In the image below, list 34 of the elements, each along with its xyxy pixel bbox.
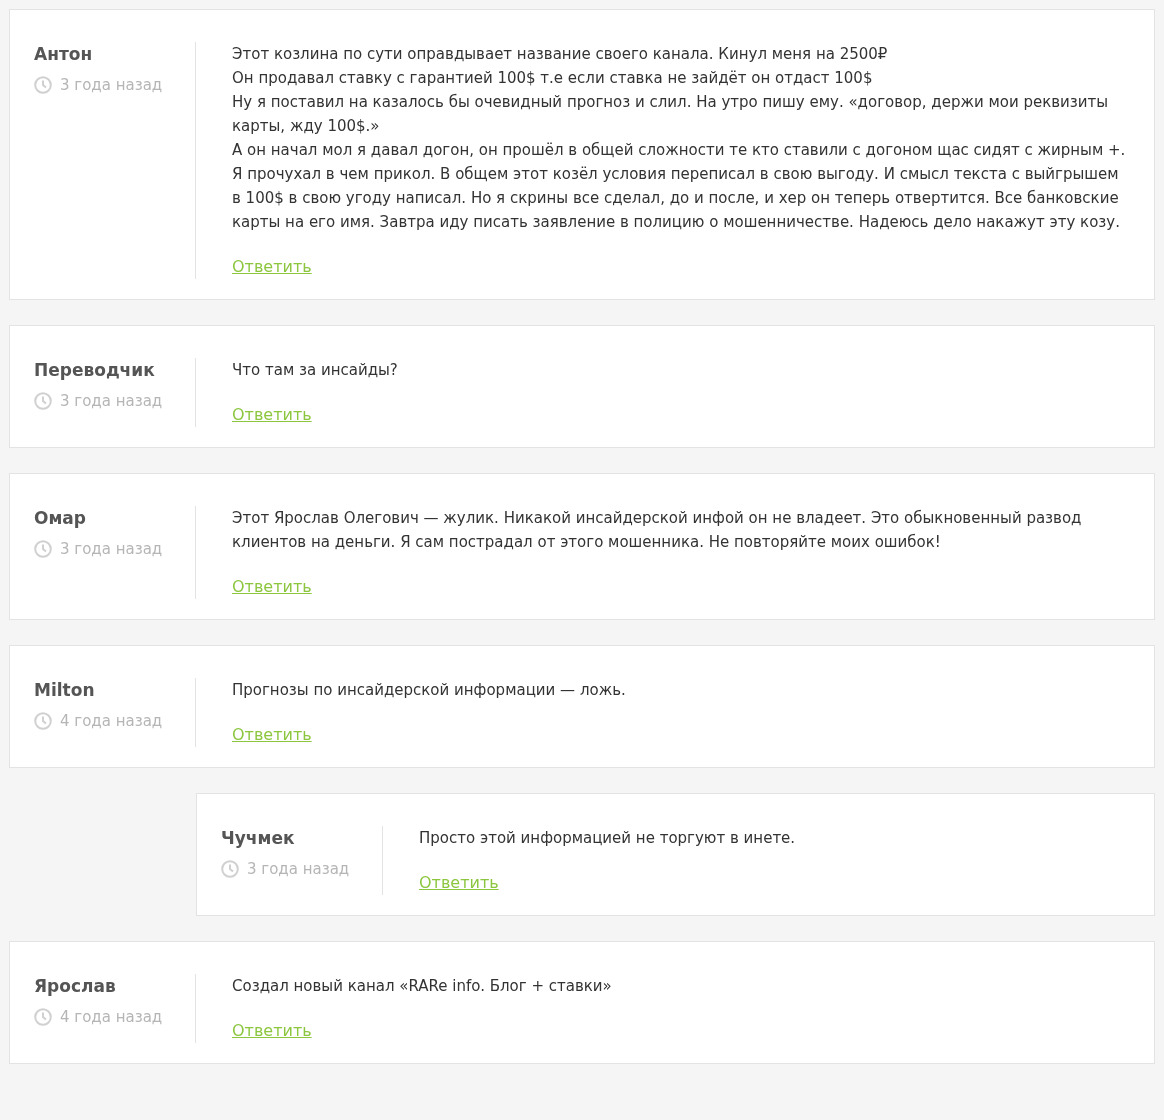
comment-text: Этот козлина по сути оправдывает название своего канала. Кинул меня на 2500₽	[232, 44, 889, 65]
clock-icon	[34, 392, 52, 410]
comment-text: Он продавал ставку с гарантией 100$ т.е если ставка не зайдёт он отдаст 100$	[232, 68, 874, 89]
comment-time: 3 года назад	[60, 392, 163, 410]
comment-text: Прогнозы по инсайдерской информации — ложь.	[232, 680, 627, 701]
comment-time: 4 года назад	[60, 1008, 163, 1026]
author-name: Переводчик	[34, 360, 155, 380]
comment-time: 4 года назад	[60, 712, 163, 730]
clock-icon	[34, 540, 52, 558]
comment-text: Я прочухал в чем прикол. В общем этот козёл условия переписал в свою выгоду. И смысл текста с выйгрышем в 100$ в свою угоду написал. Но я скрины все сделал, до и после, и хер он теперь отвертится. Все банковские карты на его имя. Завтра иду писать заявление в полицию о мошенничестве. Надеюсь дело накажут эту козу.	[232, 164, 1121, 233]
comment-text: Создал новый канал «RARe info. Блог + ставки»	[232, 976, 613, 997]
author-name: Чучмек	[221, 828, 295, 848]
reply-link[interactable]: Ответить	[232, 575, 312, 599]
author-name: Milton	[34, 680, 95, 700]
clock-icon	[34, 712, 52, 730]
comment-text: Ну я поставил на казалось бы очевидный прогноз и слил. На утро пишу ему. «договор, держи мои реквизиты карты, жду 100$.»	[232, 92, 1110, 137]
comment-text: А он начал мол я давал догон, он прошёл в общей сложности те кто ставили с догоном щас сидят с жирным +.	[232, 140, 1127, 161]
reply-link[interactable]: Ответить	[232, 1019, 312, 1043]
author-name: Антон	[34, 44, 93, 64]
clock-icon	[34, 1008, 52, 1026]
comment-time: 3 года назад	[60, 76, 163, 94]
author-name: Омар	[34, 508, 86, 528]
comment-text: Этот Ярослав Олегович — жулик. Никакой инсайдерской инфой он не владеет. Это обыкновенный развод клиентов на деньги. Я сам пострадал от этого мошенника. Не повторяйте моих ошибок!	[232, 508, 1083, 553]
clock-icon	[34, 76, 52, 94]
comment-time: 3 года назад	[60, 540, 163, 558]
reply-link[interactable]: Ответить	[232, 723, 312, 747]
comment-text: Что там за инсайды?	[232, 360, 399, 381]
clock-icon	[221, 860, 239, 878]
comment-text: Просто этой информацией не торгуют в инете.	[419, 828, 797, 849]
comment-time: 3 года назад	[247, 860, 350, 878]
reply-link[interactable]: Ответить	[232, 403, 312, 427]
reply-link[interactable]: Ответить	[232, 255, 312, 279]
reply-link[interactable]: Ответить	[419, 871, 499, 895]
author-name: Ярослав	[34, 976, 116, 996]
